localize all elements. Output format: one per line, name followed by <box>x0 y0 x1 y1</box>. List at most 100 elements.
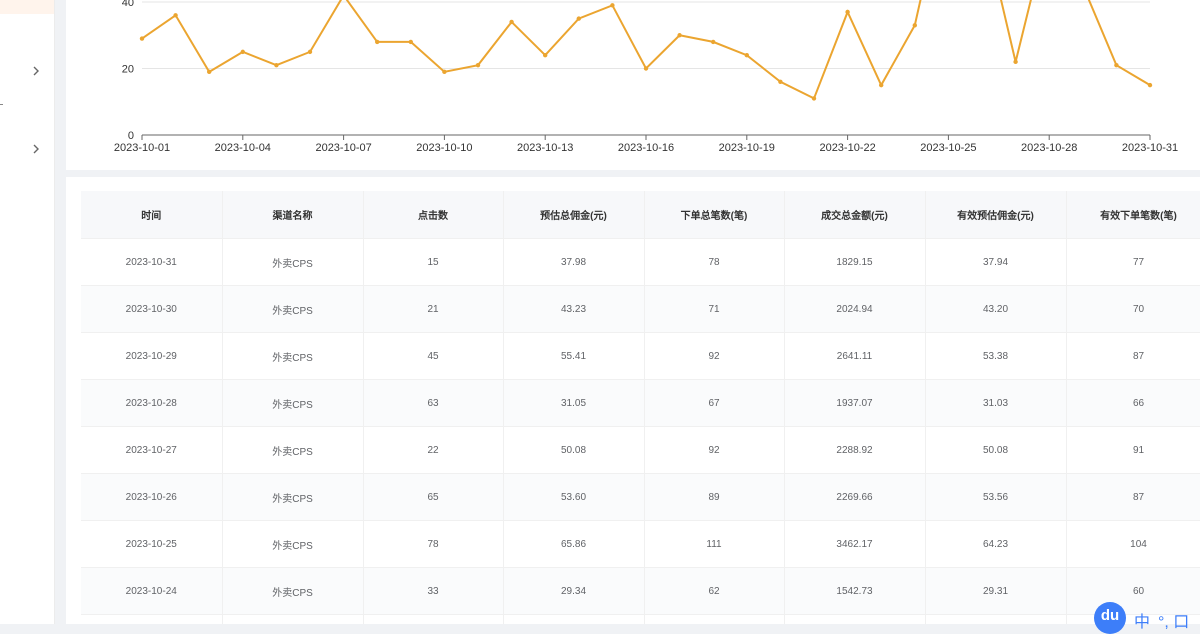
data-point <box>207 69 212 75</box>
series-line <box>141 0 1151 100</box>
table-cell: 29.31 <box>925 567 1067 615</box>
table-cell: 91 <box>1066 426 1200 474</box>
table-cell: 37.98 <box>503 238 645 286</box>
table-cell: 22 <box>363 426 504 474</box>
table-row[interactable]: 2023-10-27 外卖CPS 22 50.08 92 2288.92 50.08 91 <box>81 426 1200 474</box>
table-cell: 2024.94 <box>784 285 926 333</box>
table-cell: 2023-10-27 <box>81 426 223 474</box>
table-row[interactable]: 2023-10-23外卖CPS1538.01711940.2235.79 <box>81 614 1200 624</box>
y-tick-label: 0 <box>128 130 134 142</box>
table-row[interactable]: 2023-10-30 外卖CPS 21 43.23 71 2024.94 43.20 70 <box>81 285 1200 333</box>
table-cell: 111 <box>644 520 785 568</box>
table-cell: 2023-10-25 <box>81 520 223 568</box>
table-cell: 33 <box>363 567 504 615</box>
table-cell: 50.08 <box>925 426 1067 474</box>
table-cell: 外卖CPS <box>222 332 364 380</box>
table-cell: 70 <box>1066 285 1200 333</box>
ime-language-label[interactable]: 中 <box>1134 608 1150 632</box>
data-point <box>475 62 481 68</box>
table-row[interactable]: 2023-10-24 外卖CPS 33 29.34 62 1542.73 29.31 60 <box>81 567 1200 615</box>
floating-toolbar[interactable]: du 中 °, 口 <box>1092 602 1200 634</box>
x-tick-label: 2023-10-31 <box>1122 142 1178 154</box>
column-header[interactable]: 渠道名称 <box>222 191 364 239</box>
data-point <box>845 9 850 15</box>
data-point <box>912 23 917 28</box>
table-cell: 1937.07 <box>784 379 926 427</box>
x-tick-label: 2023-10-16 <box>618 142 674 154</box>
y-tick-label: 40 <box>122 0 134 9</box>
data-point <box>879 82 884 88</box>
data-point <box>274 62 279 68</box>
sidebar-active-item[interactable] <box>0 0 54 14</box>
table-cell: 2023-10-24 <box>81 567 223 615</box>
data-point <box>240 49 245 55</box>
x-tick-label: 2023-10-13 <box>517 142 573 154</box>
table-row[interactable]: 2023-10-25 外卖CPS 78 65.86 111 3462.17 64.23 104 <box>81 520 1200 568</box>
table-row[interactable]: 2023-10-26 外卖CPS 65 53.60 89 2269.66 53.56 87 <box>81 473 1200 521</box>
chart-panel: 0 20 40 2023-10-01 2023-10-04 2023-10-07 2023-… <box>66 0 1200 170</box>
column-header[interactable]: 有效预估佣金(元) <box>925 191 1067 239</box>
table-cell: 15 <box>363 238 504 286</box>
table-cell: 21 <box>363 285 504 333</box>
table-cell: 77 <box>1066 238 1200 286</box>
y-tick-label: 20 <box>122 64 134 76</box>
table-row[interactable]: 2023-10-31 外卖CPS 15 37.98 78 1829.15 37.94 77 <box>81 238 1200 286</box>
table-cell: 65.86 <box>503 520 645 568</box>
column-header[interactable]: 有效下单笔数(笔) <box>1066 191 1200 239</box>
table-cell: 37.94 <box>925 238 1067 286</box>
table-cell: 53.38 <box>925 332 1067 380</box>
table-cell: 31.03 <box>925 379 1067 427</box>
table-cell: 2023-10-23 <box>81 614 223 624</box>
column-header[interactable]: 时间 <box>81 191 223 239</box>
table-cell: 外卖CPS <box>222 567 364 615</box>
table-cell: 71 <box>644 285 785 333</box>
table-cell: 104 <box>1066 520 1200 568</box>
data-point <box>610 3 615 8</box>
data-point <box>375 39 380 45</box>
table-cell: 1829.15 <box>784 238 926 286</box>
table-cell: 外卖CPS <box>222 520 364 568</box>
x-tick-label: 2023-10-10 <box>416 142 472 154</box>
table-cell: 35.79 <box>925 614 1067 624</box>
table-cell: 外卖CPS <box>222 285 364 333</box>
data-point <box>643 66 649 71</box>
data-point <box>139 36 145 41</box>
table-cell: 外卖CPS <box>222 426 364 474</box>
table-cell: 外卖CPS <box>222 238 364 286</box>
table-header-row: 时间 渠道名称 点击数 预估总佣金(元) 下单总笔数(笔) 成交总金额(元) 有… <box>81 191 1200 239</box>
data-point <box>1114 62 1119 68</box>
table-cell: 2023-10-26 <box>81 473 223 521</box>
column-header[interactable]: 成交总金额(元) <box>784 191 926 239</box>
table-cell: 外卖CPS <box>222 614 364 624</box>
table-row[interactable]: 2023-10-28 外卖CPS 63 31.05 67 1937.07 31.03 66 <box>81 379 1200 427</box>
du-logo-icon[interactable]: du <box>1094 602 1126 634</box>
table-cell: 64.23 <box>925 520 1067 568</box>
table-cell: 43.23 <box>503 285 645 333</box>
table-cell: 53.56 <box>925 473 1067 521</box>
table-cell: 2641.11 <box>784 332 926 380</box>
data-point <box>543 53 548 58</box>
column-header[interactable]: 下单总笔数(笔) <box>644 191 785 239</box>
column-header[interactable]: 预估总佣金(元) <box>503 191 645 239</box>
column-header[interactable]: 点击数 <box>363 191 504 239</box>
table-cell: 2023-10-28 <box>81 379 223 427</box>
table-cell: 50.08 <box>503 426 645 474</box>
table-cell: 78 <box>363 520 504 568</box>
sidebar <box>0 0 55 624</box>
table-panel: 时间 渠道名称 点击数 预估总佣金(元) 下单总笔数(笔) 成交总金额(元) 有… <box>66 177 1200 624</box>
data-point <box>509 19 514 25</box>
chevron-right-icon[interactable] <box>30 65 42 77</box>
data-point <box>744 53 749 58</box>
sidebar-divider <box>0 104 3 105</box>
table-cell: 53.60 <box>503 473 645 521</box>
table-cell: 45 <box>363 332 504 380</box>
data-point <box>442 69 447 75</box>
chevron-right-icon[interactable] <box>30 143 42 155</box>
ime-extra-icons[interactable]: °, 口 <box>1158 608 1189 632</box>
table-cell: 87 <box>1066 473 1200 521</box>
table-row[interactable]: 2023-10-29 外卖CPS 45 55.41 92 2641.11 53.38 87 <box>81 332 1200 380</box>
data-point <box>408 39 413 45</box>
data-point <box>711 39 716 45</box>
table-cell: 外卖CPS <box>222 473 364 521</box>
table-cell: 78 <box>644 238 785 286</box>
